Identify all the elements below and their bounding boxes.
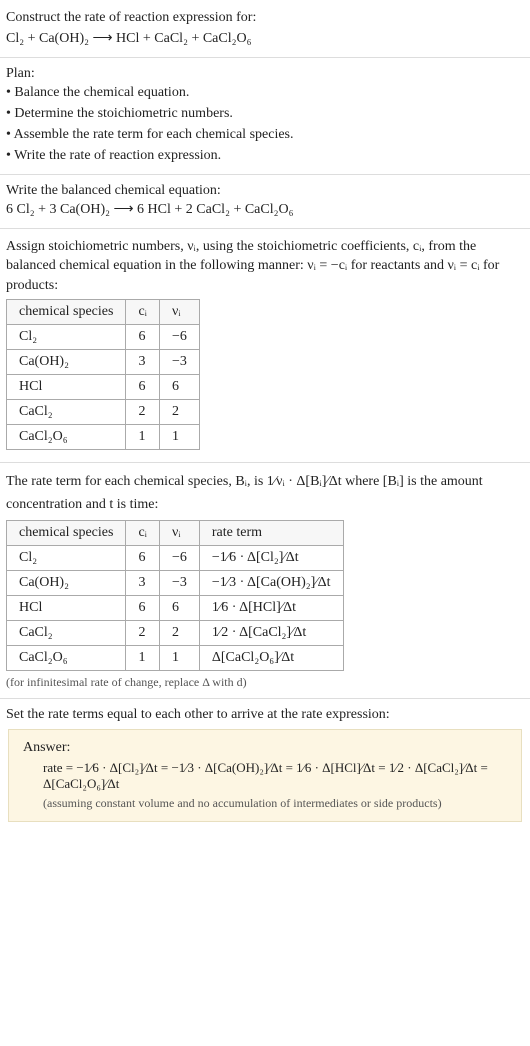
cell-nui: 1 (159, 646, 199, 671)
cell-rate-term: −1⁄3 · Δ[Ca(OH)₂]⁄Δt (199, 571, 343, 596)
cell-rate-term: Δ[CaCl₂O₆]⁄Δt (199, 646, 343, 671)
prompt-line1: Construct the rate of reaction expressio… (6, 8, 524, 28)
final-intro: Set the rate terms equal to each other t… (6, 707, 524, 723)
cell-species: CaCl₂ (7, 400, 126, 425)
table-row: Ca(OH)₂ 3 −3 −1⁄3 · Δ[Ca(OH)₂]⁄Δt (7, 571, 344, 596)
cell-nui: 6 (159, 375, 199, 400)
table-row: CaCl₂O₆ 1 1 Δ[CaCl₂O₆]⁄Δt (7, 646, 344, 671)
cell-rate-term: 1⁄2 · Δ[CaCl₂]⁄Δt (199, 621, 343, 646)
plan-item: • Write the rate of reaction expression. (6, 145, 524, 166)
plan-item: • Balance the chemical equation. (6, 82, 524, 103)
cell-ci: 1 (126, 425, 160, 450)
col-rate-term: rate term (199, 521, 343, 546)
table2-note: (for infinitesimal rate of change, repla… (6, 675, 524, 690)
rate-intro-frac: 1⁄νᵢ · Δ[Bᵢ]⁄Δt (267, 474, 342, 489)
cell-nui: −6 (159, 325, 199, 350)
cell-nui: −3 (159, 571, 199, 596)
col-ci: cᵢ (126, 521, 160, 546)
balanced-equation: 6 Cl₂ + 3 Ca(OH)₂ ⟶ 6 HCl + 2 CaCl₂ + Ca… (6, 201, 524, 218)
plan-section: Plan: • Balance the chemical equation. •… (0, 58, 530, 175)
cell-nui: 2 (159, 400, 199, 425)
table-header-row: chemical species cᵢ νᵢ (7, 300, 200, 325)
plan-list: • Balance the chemical equation. • Deter… (6, 82, 524, 166)
cell-nui: −3 (159, 350, 199, 375)
cell-nui: 1 (159, 425, 199, 450)
cell-species: Cl₂ (7, 546, 126, 571)
table-header-row: chemical species cᵢ νᵢ rate term (7, 521, 344, 546)
stoich-section: Assign stoichiometric numbers, νᵢ, using… (0, 229, 530, 464)
rate-term-section: The rate term for each chemical species,… (0, 463, 530, 699)
prompt-equation: Cl₂ + Ca(OH)₂ ⟶ HCl + CaCl₂ + CaCl₂O₆ (6, 30, 524, 47)
balanced-intro: Write the balanced chemical equation: (6, 183, 524, 199)
cell-species: HCl (7, 596, 126, 621)
table-row: Ca(OH)₂ 3 −3 (7, 350, 200, 375)
col-ci: cᵢ (126, 300, 160, 325)
table-row: HCl 6 6 1⁄6 · Δ[HCl]⁄Δt (7, 596, 344, 621)
answer-label: Answer: (23, 740, 507, 756)
cell-species: Cl₂ (7, 325, 126, 350)
table-row: CaCl₂O₆ 1 1 (7, 425, 200, 450)
cell-ci: 1 (126, 646, 160, 671)
cell-nui: 2 (159, 621, 199, 646)
stoich-intro: Assign stoichiometric numbers, νᵢ, using… (6, 237, 524, 296)
cell-ci: 2 (126, 400, 160, 425)
answer-equation: rate = −1⁄6 · Δ[Cl₂]⁄Δt = −1⁄3 · Δ[Ca(OH… (23, 760, 507, 792)
cell-species: CaCl₂O₆ (7, 425, 126, 450)
cell-ci: 3 (126, 571, 160, 596)
col-nui: νᵢ (159, 521, 199, 546)
answer-section: Set the rate terms equal to each other t… (0, 699, 530, 836)
col-nui: νᵢ (159, 300, 199, 325)
col-species: chemical species (7, 300, 126, 325)
answer-box: Answer: rate = −1⁄6 · Δ[Cl₂]⁄Δt = −1⁄3 ·… (8, 729, 522, 822)
cell-ci: 6 (126, 375, 160, 400)
plan-item: • Assemble the rate term for each chemic… (6, 124, 524, 145)
cell-rate-term: 1⁄6 · Δ[HCl]⁄Δt (199, 596, 343, 621)
rate-term-table: chemical species cᵢ νᵢ rate term Cl₂ 6 −… (6, 520, 344, 671)
table-row: CaCl₂ 2 2 1⁄2 · Δ[CaCl₂]⁄Δt (7, 621, 344, 646)
cell-nui: 6 (159, 596, 199, 621)
table-row: Cl₂ 6 −6 (7, 325, 200, 350)
table-row: Cl₂ 6 −6 −1⁄6 · Δ[Cl₂]⁄Δt (7, 546, 344, 571)
rate-intro-text-1: The rate term for each chemical species,… (6, 474, 267, 489)
plan-item: • Determine the stoichiometric numbers. (6, 103, 524, 124)
cell-ci: 6 (126, 546, 160, 571)
cell-rate-term: −1⁄6 · Δ[Cl₂]⁄Δt (199, 546, 343, 571)
cell-species: CaCl₂ (7, 621, 126, 646)
cell-ci: 6 (126, 325, 160, 350)
prompt-section: Construct the rate of reaction expressio… (0, 0, 530, 58)
balanced-section: Write the balanced chemical equation: 6 … (0, 175, 530, 229)
answer-note: (assuming constant volume and no accumul… (23, 796, 507, 811)
cell-ci: 3 (126, 350, 160, 375)
cell-species: Ca(OH)₂ (7, 571, 126, 596)
cell-nui: −6 (159, 546, 199, 571)
cell-ci: 2 (126, 621, 160, 646)
table-row: HCl 6 6 (7, 375, 200, 400)
stoich-table: chemical species cᵢ νᵢ Cl₂ 6 −6 Ca(OH)₂ … (6, 299, 200, 450)
plan-title: Plan: (6, 66, 524, 82)
cell-species: HCl (7, 375, 126, 400)
cell-ci: 6 (126, 596, 160, 621)
col-species: chemical species (7, 521, 126, 546)
rate-intro: The rate term for each chemical species,… (6, 471, 524, 516)
cell-species: Ca(OH)₂ (7, 350, 126, 375)
cell-species: CaCl₂O₆ (7, 646, 126, 671)
table-row: CaCl₂ 2 2 (7, 400, 200, 425)
